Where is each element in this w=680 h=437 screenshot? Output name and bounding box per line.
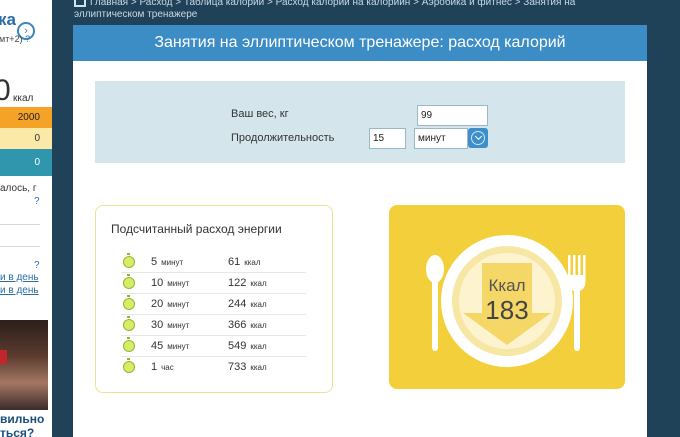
sidebar-help-link[interactable]: ? <box>34 260 40 271</box>
stopwatch-icon <box>123 358 135 373</box>
page-title: Занятия на эллиптическом тренажере: расх… <box>73 25 647 61</box>
home-icon[interactable] <box>74 0 86 7</box>
ad-photo[interactable] <box>0 320 48 410</box>
result-row: 20 минут 244 ккал <box>121 295 306 315</box>
sidebar-divider <box>0 224 40 225</box>
chevron-down-icon <box>471 131 485 145</box>
breadcrumb-line2[interactable]: эллиптическом тренажере <box>74 9 634 21</box>
results-panel: Подсчитанный расход энергии 5 минут 61 кка… <box>95 205 333 393</box>
sidebar-row-teal: 0 <box>0 149 52 176</box>
plate-label: Ккал <box>488 276 525 295</box>
sidebar-row-orange: 2000 <box>0 107 52 128</box>
sidebar-header: ка › мт+2) ? <box>0 8 52 44</box>
sidebar-text: алось, г <box>0 183 37 194</box>
stopwatch-icon <box>123 274 135 289</box>
results-title: Подсчитанный расход энергии <box>111 222 282 236</box>
duration-input[interactable] <box>369 128 406 149</box>
ad-headline[interactable]: вильно ться? <box>0 412 52 437</box>
unit-select[interactable]: минут <box>414 128 468 149</box>
sidebar-link[interactable]: и в день <box>0 272 39 283</box>
sidebar-subtext: мт+2) ? <box>0 34 31 44</box>
calorie-plate-card: Ккал 183 <box>389 205 625 389</box>
result-row: 30 минут 366 ккал <box>121 316 306 336</box>
breadcrumb-line1[interactable]: Главная > Расход > Таблица калорий > Рас… <box>90 0 575 8</box>
stopwatch-icon <box>123 337 135 352</box>
sidebar: ка › мт+2) ? 0 ккал 2000 0 0 алось, г ? … <box>0 0 52 437</box>
plate-illustration: Ккал 183 <box>426 235 586 367</box>
sidebar-header-text: ка <box>0 10 16 29</box>
sidebar-big-value: 0 <box>0 74 11 107</box>
plate-kcal-value: 183 <box>485 295 528 325</box>
weight-input[interactable] <box>417 105 488 126</box>
duration-label: Продолжительность <box>231 132 335 144</box>
result-row: 1 час 733 ккал <box>121 358 306 378</box>
sidebar-link[interactable]: и в день <box>0 285 39 296</box>
weight-label: Ваш вес, кг <box>231 108 289 120</box>
breadcrumb: Главная > Расход > Таблица калорий > Рас… <box>74 0 634 21</box>
input-form: Ваш вес, кг Продолжительность минут <box>95 81 625 163</box>
ad-photo-label-icon <box>0 350 8 364</box>
stopwatch-icon <box>123 253 135 268</box>
unit-dropdown-button[interactable] <box>468 128 488 148</box>
sidebar-row-yellow: 0 <box>0 128 52 149</box>
sidebar-kcal-unit: ккал <box>13 93 34 104</box>
stopwatch-icon <box>123 295 135 310</box>
result-row: 10 минут 122 ккал <box>121 274 306 294</box>
result-row: 5 минут 61 ккал <box>121 253 306 273</box>
sidebar-help-link[interactable]: ? <box>34 196 40 207</box>
stopwatch-icon <box>123 316 135 331</box>
sidebar-divider <box>0 246 40 247</box>
result-row: 45 минут 549 ккал <box>121 337 306 357</box>
calculator-card: Занятия на эллиптическом тренажере: расх… <box>73 25 647 437</box>
